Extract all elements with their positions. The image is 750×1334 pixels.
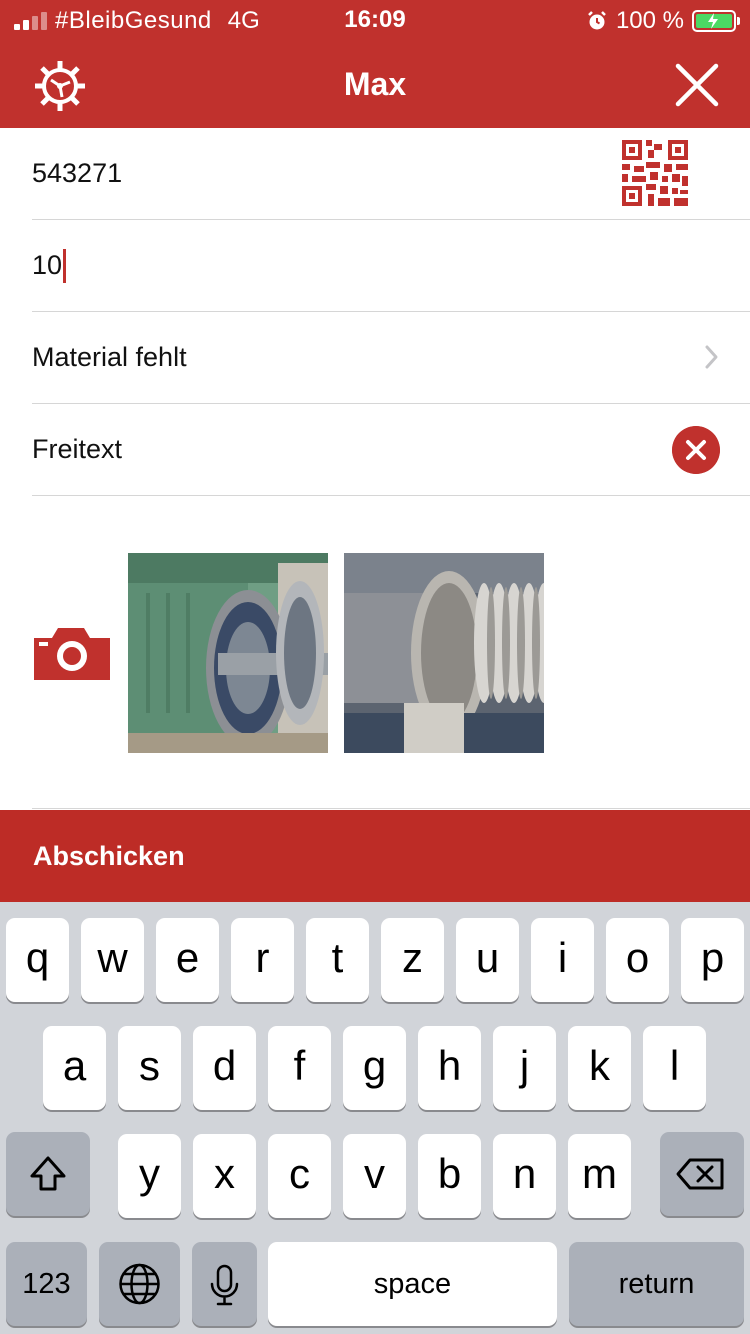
key-label: y <box>139 1150 160 1197</box>
dictation-key[interactable] <box>192 1242 257 1326</box>
status-right: 100 % <box>586 6 740 36</box>
key-m[interactable]: m <box>568 1134 631 1218</box>
key-y[interactable]: y <box>118 1134 181 1218</box>
key-label: v <box>364 1150 385 1197</box>
key-c[interactable]: c <box>268 1134 331 1218</box>
return-key[interactable]: return <box>569 1242 744 1326</box>
globe-key[interactable] <box>99 1242 180 1326</box>
key-label: r <box>255 934 270 981</box>
battery-percent: 100 % <box>615 7 684 34</box>
reason-value: Material fehlt <box>32 342 187 372</box>
reason-select[interactable]: Material fehlt <box>32 312 750 404</box>
key-r[interactable]: r <box>231 918 294 1002</box>
submit-button[interactable]: Abschicken <box>0 810 750 902</box>
key-v[interactable]: v <box>343 1134 406 1218</box>
key-j[interactable]: j <box>493 1026 556 1110</box>
key-label: u <box>475 934 500 981</box>
backspace-key[interactable] <box>660 1132 744 1216</box>
app-header: Max <box>0 40 750 128</box>
free-text-value: Freitext <box>32 434 123 464</box>
key-b[interactable]: b <box>418 1134 481 1218</box>
key-q[interactable]: q <box>6 918 69 1002</box>
key-label: f <box>293 1042 306 1089</box>
key-label: m <box>582 1150 617 1197</box>
numbers-key[interactable]: 123 <box>6 1242 87 1326</box>
key-label: l <box>669 1042 680 1089</box>
gear-icon[interactable] <box>30 58 90 114</box>
qr-code-icon[interactable] <box>622 140 688 206</box>
key-label: p <box>700 934 725 981</box>
key-s[interactable]: s <box>118 1026 181 1110</box>
key-label: h <box>437 1042 462 1089</box>
key-o[interactable]: o <box>606 918 669 1002</box>
space-key-label: space <box>373 1268 452 1300</box>
key-label: c <box>289 1150 310 1197</box>
key-label: x <box>214 1150 235 1197</box>
shift-icon <box>30 1156 66 1191</box>
key-label: i <box>557 934 568 981</box>
chevron-right-icon <box>705 345 718 369</box>
key-e[interactable]: e <box>156 918 219 1002</box>
key-d[interactable]: d <box>193 1026 256 1110</box>
key-h[interactable]: h <box>418 1026 481 1110</box>
key-g[interactable]: g <box>343 1026 406 1110</box>
camera-icon[interactable] <box>34 626 110 680</box>
key-label: o <box>625 934 650 981</box>
submit-label: Abschicken <box>33 840 185 871</box>
key-z[interactable]: z <box>381 918 444 1002</box>
battery-icon <box>692 10 740 32</box>
key-label: t <box>331 934 344 981</box>
space-key[interactable]: space <box>268 1242 557 1326</box>
divider <box>32 808 750 809</box>
key-a[interactable]: a <box>43 1026 106 1110</box>
key-l[interactable]: l <box>643 1026 706 1110</box>
key-k[interactable]: k <box>568 1026 631 1110</box>
globe-icon <box>119 1263 160 1305</box>
photo-thumbnail[interactable] <box>344 553 544 753</box>
key-i[interactable]: i <box>531 918 594 1002</box>
keyboard: 123 space return qwe r t z u i o p a s d f g h j k l y x c v… <box>0 902 750 1334</box>
microphone-icon <box>210 1264 239 1306</box>
free-text-field[interactable]: Freitext <box>32 404 750 496</box>
key-w[interactable]: w <box>81 918 144 1002</box>
key-label: d <box>212 1042 237 1089</box>
key-u[interactable]: u <box>456 918 519 1002</box>
key-label: z <box>402 934 423 981</box>
status-bar: #BleibGesund 4G 16:09 100 % <box>0 0 750 40</box>
key-label: n <box>512 1150 537 1197</box>
key-label: q <box>25 934 50 981</box>
photo-thumbnail[interactable] <box>128 553 328 753</box>
quantity-field[interactable]: 10 <box>32 220 750 312</box>
backspace-icon <box>676 1158 724 1190</box>
key-x[interactable]: x <box>193 1134 256 1218</box>
key-label: w <box>97 934 128 981</box>
key-label: g <box>362 1042 387 1089</box>
page-title: Max <box>343 66 407 102</box>
close-icon[interactable] <box>674 62 720 108</box>
numbers-key-label: 123 <box>22 1268 71 1300</box>
key-p[interactable]: p <box>681 918 744 1002</box>
key-n[interactable]: n <box>493 1134 556 1218</box>
key-t[interactable]: t <box>306 918 369 1002</box>
key-label: j <box>519 1042 530 1089</box>
key-label: s <box>139 1042 160 1089</box>
key-f[interactable]: f <box>268 1026 331 1110</box>
alarm-icon <box>588 11 606 30</box>
code-field[interactable]: 543271 <box>32 128 750 220</box>
text-cursor <box>63 248 67 283</box>
quantity-value: 10 <box>32 250 63 280</box>
clear-icon[interactable] <box>672 426 720 474</box>
key-label: e <box>175 934 200 981</box>
return-key-label: return <box>618 1268 695 1300</box>
key-label: k <box>589 1042 610 1089</box>
key-label: b <box>437 1150 462 1197</box>
key-label: a <box>62 1042 87 1089</box>
shift-key[interactable] <box>6 1132 90 1216</box>
code-value: 543271 <box>32 158 123 188</box>
